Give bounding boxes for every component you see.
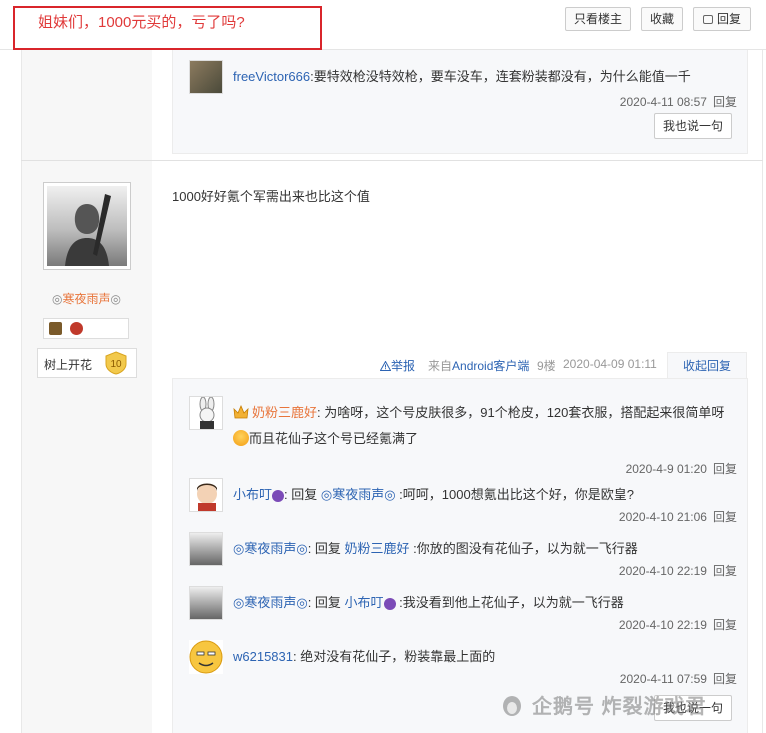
say-something-button[interactable]: 我也说一句 — [654, 113, 732, 139]
reply-meta: 2020-4-10 21:06 回复 — [619, 508, 737, 525]
devil-emoji-icon — [272, 490, 285, 502]
reply-mid: : 回复 — [284, 487, 321, 502]
only-author-button[interactable]: 只看楼主 — [565, 7, 631, 31]
collect-button[interactable]: 收藏 — [641, 7, 683, 31]
name-mark-left: ◎ — [52, 292, 63, 306]
reply-text: :你放的图没有花仙子，以为就一飞行器 — [409, 541, 638, 556]
reply-username[interactable]: 奶粉三鹿好 — [252, 405, 317, 420]
level-name: 树上开花 — [44, 358, 93, 372]
reply-date: 2020-4-9 01:20 — [625, 462, 707, 476]
author-avatar-image — [65, 194, 111, 266]
author-avatar[interactable] — [43, 182, 131, 270]
reply-link[interactable]: 回复 — [713, 462, 737, 476]
list-item: 奶粉三鹿好: 为啥呀，这个号皮肤很多，91个枪皮，120套衣服，搭配起来很简单呀… — [189, 396, 737, 476]
reply-date: 2020-4-10 22:19 — [618, 618, 707, 632]
reply-text: :我没看到他上花仙子，以为就一飞行器 — [395, 595, 624, 610]
level-box[interactable]: 树上开花 10 — [37, 348, 137, 378]
reply-text: :呵呵，1000想氪出比这个好，你是欧皇? — [395, 487, 634, 502]
watermark: 企鹅号 炸裂游戏君 — [500, 690, 707, 719]
watermark-text: 企鹅号 炸裂游戏君 — [532, 696, 707, 718]
reply-meta: 2020-4-10 22:19 回复 — [619, 616, 737, 633]
client-source: 来自Android客户端 — [428, 357, 529, 374]
list-item: 小布叮 : 回复 ◎寒夜雨声◎ :呵呵，1000想氪出比这个好，你是欧皇? 202… — [189, 478, 737, 528]
report-label: 举报 — [391, 359, 416, 373]
reply-username[interactable]: 小布叮 — [233, 487, 272, 502]
author-column — [21, 50, 152, 733]
reply-text: : 绝对没有花仙子，粉装靠最上面的 — [293, 649, 496, 664]
reply-target-user[interactable]: 奶粉三鹿好 — [345, 541, 410, 556]
reply-mid: : 回复 — [307, 541, 345, 556]
report-link[interactable]: 举报 — [379, 357, 416, 374]
surprised-emoji-icon — [233, 430, 249, 446]
crown-icon — [233, 405, 249, 419]
badge-row — [43, 318, 129, 339]
reply-username[interactable]: freeVictor666 — [233, 69, 310, 84]
kid-avatar-image — [197, 483, 217, 511]
reply-username[interactable]: w6215831 — [233, 649, 293, 664]
list-item: ◎寒夜雨声◎: 回复 小布叮 :我没看到他上花仙子，以为就一飞行器 2020-4… — [189, 586, 737, 636]
avatar[interactable] — [189, 478, 223, 512]
reply-username[interactable]: ◎寒夜雨声◎ — [233, 541, 308, 556]
reply-date: 2020-4-10 21:06 — [618, 510, 707, 524]
penguin-logo-icon — [503, 696, 521, 716]
post-divider — [21, 160, 763, 161]
author-name-text: 寒夜雨声 — [62, 292, 111, 306]
reply-link[interactable]: 回复 — [713, 564, 737, 578]
reply-meta: 2020-4-9 01:20 回复 — [626, 460, 737, 477]
reply-meta: 2020-4-10 22:19 回复 — [619, 562, 737, 579]
list-item: ◎寒夜雨声◎: 回复 奶粉三鹿好 :你放的图没有花仙子，以为就一飞行器 2020… — [189, 532, 737, 582]
right-border — [762, 50, 763, 733]
reply-username[interactable]: ◎寒夜雨声◎ — [233, 595, 308, 610]
reply-date: 2020-4-11 07:59 — [619, 672, 707, 686]
reply-link[interactable]: 回复 — [713, 672, 737, 686]
smirk-face-avatar-image — [189, 640, 223, 674]
name-mark-right: ◎ — [110, 292, 121, 306]
reply-meta: 2020-4-11 07:59 回复 — [620, 670, 737, 687]
reply-button-label: 回复 — [716, 12, 741, 26]
avatar[interactable] — [189, 532, 223, 566]
post-date: 2020-04-09 01:11 — [563, 357, 657, 371]
from-prefix: 来自 — [428, 359, 453, 373]
reply-date: 2020-4-10 22:19 — [618, 564, 707, 578]
reply-button[interactable]: 回复 — [693, 7, 751, 31]
devil-emoji-icon — [383, 598, 396, 610]
thread-title: 姐妹们，1000元买的，亏了吗? — [38, 14, 245, 31]
reply-target-user[interactable]: 小布叮 — [345, 595, 384, 610]
client-link[interactable]: Android客户端 — [452, 359, 529, 373]
author-name[interactable]: ◎寒夜雨声◎ — [21, 290, 152, 307]
level-number: 10 — [110, 359, 122, 370]
reply-link[interactable]: 回复 — [713, 95, 737, 109]
bunny-avatar-image — [199, 397, 215, 429]
warning-icon — [379, 360, 392, 371]
floor-replies: 奶粉三鹿好: 为啥呀，这个号皮肤很多，91个枪皮，120套衣服，搭配起来很简单呀… — [172, 378, 748, 733]
floor-number: 9楼 — [537, 359, 556, 373]
collapse-replies-button[interactable]: 收起回复 — [667, 352, 747, 379]
comment-icon — [702, 15, 713, 24]
post-content: 1000好好氪个军需出来也比这个值 — [172, 189, 370, 204]
reply-meta: 2020-4-11 08:57 回复 — [620, 93, 737, 110]
avatar[interactable] — [189, 60, 223, 94]
reply-text-cont: 而且花仙子这个号已经氪满了 — [249, 431, 419, 446]
game-badge-icon[interactable] — [49, 322, 62, 335]
reply-text: :要特效枪没特效枪，要车没车，连套粉装都没有，为什么能值一千 — [310, 69, 691, 84]
fire-badge-icon[interactable] — [70, 322, 83, 335]
reply-date: 2020-4-11 08:57 — [619, 95, 707, 109]
level-badge-icon: 10 — [105, 351, 127, 375]
reply-link[interactable]: 回复 — [713, 618, 737, 632]
list-item: w6215831: 绝对没有花仙子，粉装靠最上面的 2020-4-11 07:5… — [189, 640, 737, 690]
previous-floor-replies: freeVictor666:要特效枪没特效枪，要车没车，连套粉装都没有，为什么能… — [172, 50, 748, 154]
avatar[interactable] — [189, 640, 223, 674]
thread-header: 姐妹们，1000元买的，亏了吗? 只看楼主 收藏 回复 — [0, 0, 766, 50]
reply-target-user[interactable]: ◎寒夜雨声◎ — [321, 487, 396, 502]
reply-link[interactable]: 回复 — [713, 510, 737, 524]
reply-mid: : 回复 — [307, 595, 345, 610]
avatar[interactable] — [189, 396, 223, 430]
reply-text: : 为啥呀，这个号皮肤很多，91个枪皮，120套衣服，搭配起来很简单呀 — [317, 405, 725, 420]
avatar[interactable] — [189, 586, 223, 620]
